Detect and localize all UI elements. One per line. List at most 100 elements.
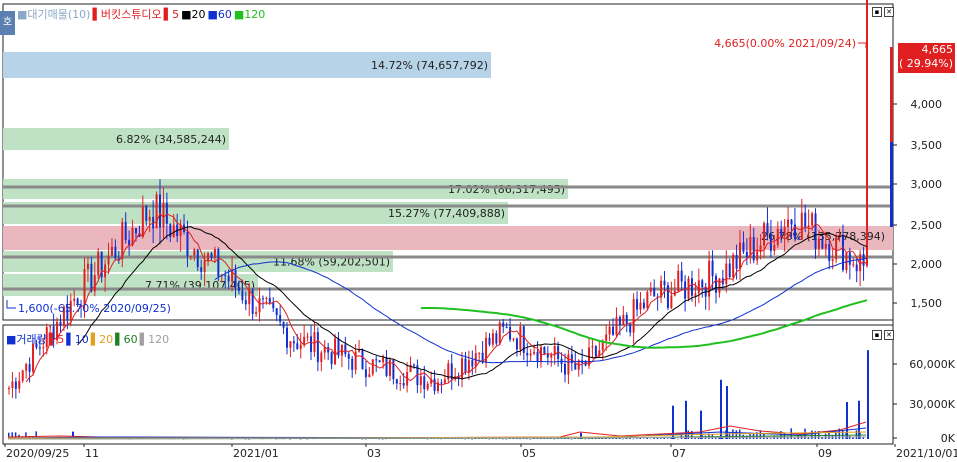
maximize-icon[interactable]: ▪ [872, 7, 882, 17]
candlestick [282, 321, 285, 328]
candlestick [344, 344, 347, 355]
candlestick [639, 302, 642, 310]
volume-bar [673, 438, 676, 439]
candlestick [512, 338, 515, 340]
volume-bar [632, 438, 635, 440]
candlestick [841, 234, 844, 271]
candlestick [121, 222, 124, 260]
candlestick [629, 323, 632, 333]
volume-bar [361, 438, 363, 440]
candlestick [8, 388, 10, 390]
candlestick [261, 298, 264, 300]
candlestick [313, 332, 316, 352]
volume-maximize-icon[interactable]: ▪ [872, 330, 882, 340]
volume-axis-label: 60,000K [909, 358, 955, 371]
candlestick [756, 251, 759, 261]
volume-bar [553, 438, 556, 440]
candlestick [666, 285, 669, 308]
candlestick [292, 341, 295, 344]
close-icon[interactable]: ✕ [884, 7, 894, 17]
volume-bar [608, 438, 611, 440]
candlestick [677, 270, 680, 291]
candlestick [11, 381, 14, 389]
candlestick [790, 219, 793, 225]
candlestick [618, 317, 621, 325]
candlestick [697, 280, 700, 294]
candlestick [646, 292, 649, 309]
volume-bar [660, 438, 662, 439]
volume-bar [529, 438, 532, 440]
volume-bar [769, 438, 772, 439]
low-annotation: 1,600(-65.70% 2020/09/25) [18, 302, 171, 315]
volume-bar [502, 438, 504, 440]
candlestick [234, 269, 237, 288]
candlestick [268, 298, 271, 303]
candlestick [632, 299, 635, 333]
volume-bar [622, 438, 624, 440]
high-marker [858, 42, 867, 48]
candlestick [745, 251, 748, 258]
candlestick [739, 242, 742, 269]
price-legend-item: ■대기매물(10) [17, 8, 91, 21]
candlestick [533, 351, 536, 354]
candlestick [574, 363, 577, 370]
candlestick [351, 358, 354, 370]
volume-bar [378, 438, 381, 440]
candlestick [224, 275, 227, 277]
candlestick [728, 263, 731, 277]
candlestick [265, 298, 268, 300]
candlestick [207, 253, 210, 261]
price-legend: ■대기매물(10) ▌버킷스튜디오 ▌5 ■20 ■60 ■120 [17, 6, 267, 22]
candlestick [811, 213, 814, 226]
candlestick [316, 332, 319, 363]
current-price: 4,665 [921, 43, 954, 56]
side-tab[interactable]: 호 [0, 11, 15, 35]
time-axis-label: 2021/10/01 [896, 447, 957, 460]
candlestick [42, 347, 45, 349]
candlestick [711, 260, 714, 277]
volume-bar [642, 438, 645, 439]
price-axis-label: 2,000 [911, 258, 943, 271]
candlestick [327, 346, 330, 353]
price-pane [2, 3, 894, 321]
candlestick [330, 352, 333, 365]
candlestick [303, 336, 306, 345]
candlestick [241, 290, 244, 301]
volume-legend-item: ▌60 [115, 333, 138, 346]
candlestick [124, 222, 127, 241]
candlestick [862, 254, 865, 266]
candlestick [426, 383, 429, 390]
volume-legend-item: ▌20 [90, 333, 114, 346]
candlestick [388, 359, 391, 376]
candlestick [642, 302, 645, 309]
candlestick [491, 333, 494, 345]
candlestick [255, 312, 258, 314]
volume-bar [495, 438, 497, 440]
volume-close-icon[interactable]: ✕ [884, 330, 894, 340]
candlestick [814, 213, 817, 249]
volume-bar [824, 433, 827, 439]
candlestick [361, 349, 364, 370]
candlestick [498, 322, 501, 344]
candlestick [519, 326, 522, 350]
candlestick [543, 346, 546, 354]
candlestick [289, 341, 292, 348]
candlestick [797, 238, 800, 240]
volume-bar [663, 438, 666, 439]
volume-bar [721, 437, 724, 439]
candlestick [783, 226, 786, 237]
candlestick [478, 352, 481, 354]
candlestick [584, 363, 587, 366]
candlestick [28, 364, 31, 372]
time-axis-label: 2021/01 [233, 447, 279, 460]
candlestick [742, 242, 745, 252]
candlestick [718, 278, 721, 293]
candlestick [196, 249, 199, 268]
candlestick [279, 315, 282, 322]
volume-bar [526, 438, 528, 440]
candlestick [299, 344, 302, 349]
candlestick [18, 380, 21, 389]
candlestick [608, 326, 611, 335]
candlestick [759, 245, 762, 252]
candlestick [680, 270, 683, 282]
